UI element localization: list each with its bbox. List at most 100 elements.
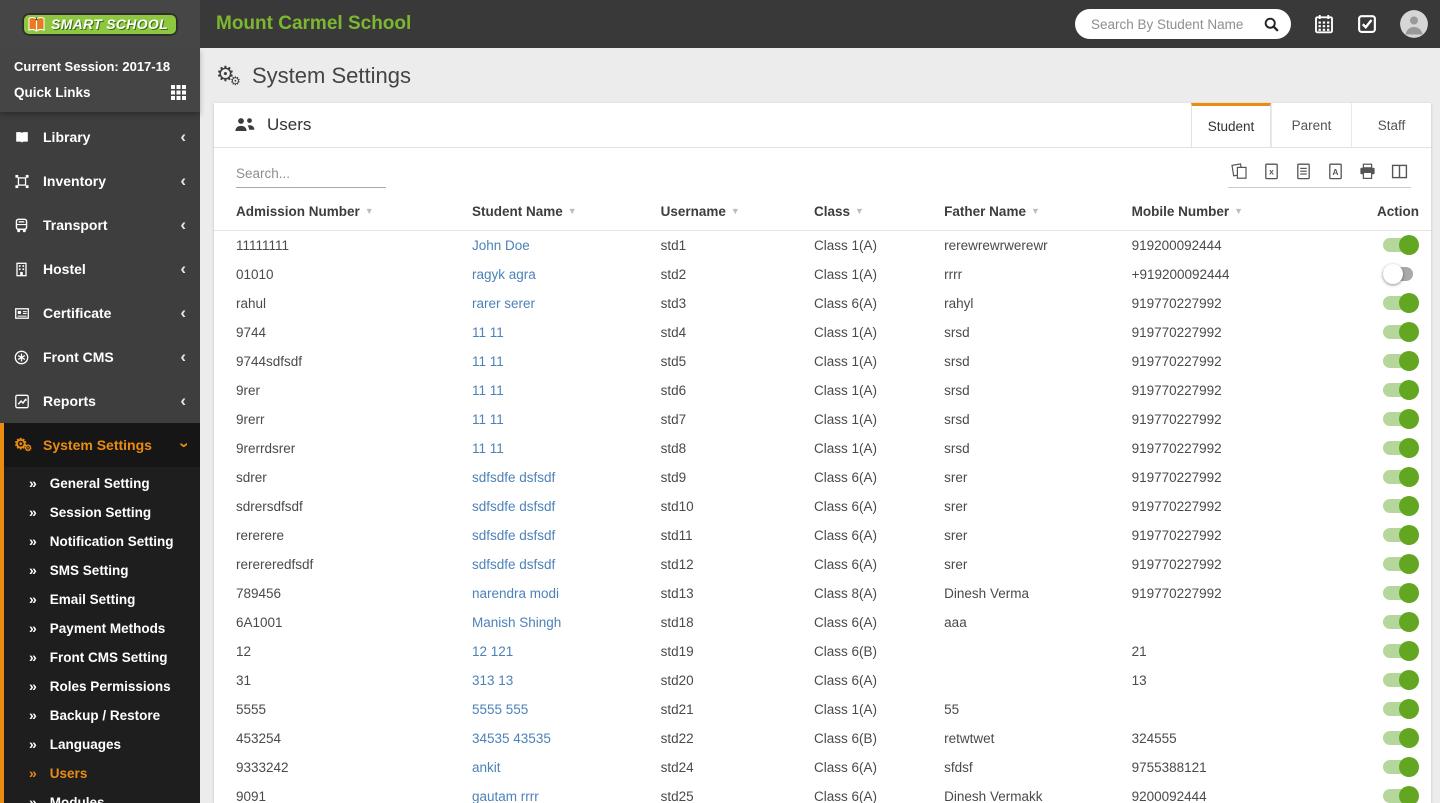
status-toggle[interactable] [1383,264,1419,284]
student-name-link[interactable]: sdfsdfe dsfsdf [472,528,555,543]
sidebar-item-system-settings[interactable]: ⚙ ⚙ System Settings ‹ [4,423,200,467]
student-name-link[interactable]: 313 13 [472,673,513,688]
calendar-icon[interactable] [1314,14,1334,34]
student-name-link[interactable]: 12 121 [472,644,513,659]
student-name-link[interactable]: ankit [472,760,501,775]
status-toggle[interactable] [1383,293,1419,313]
status-toggle[interactable] [1383,525,1419,545]
sidebar-subitem-notification-setting[interactable]: » Notification Setting [4,527,200,556]
student-name-link[interactable]: sdfsdfe dsfsdf [472,470,555,485]
sidebar-item-transport[interactable]: Transport ‹ [0,203,200,247]
student-name-link[interactable]: rarer serer [472,296,535,311]
status-toggle[interactable] [1383,699,1419,719]
sidebar-subitem-session-setting[interactable]: » Session Setting [4,498,200,527]
status-toggle[interactable] [1383,757,1419,777]
student-name-link[interactable]: ragyk agra [472,267,536,282]
student-name-link[interactable]: sdfsdfe dsfsdf [472,557,555,572]
status-toggle[interactable] [1383,409,1419,429]
sidebar-item-inventory[interactable]: Inventory ‹ [0,159,200,203]
status-toggle[interactable] [1383,670,1419,690]
sidebar-subitem-email-setting[interactable]: » Email Setting [4,585,200,614]
student-name-link[interactable]: 11 11 [472,325,504,340]
grid-icon[interactable] [171,85,186,100]
status-toggle[interactable] [1383,612,1419,632]
chevron-left-icon: ‹ [180,127,186,146]
status-toggle[interactable] [1383,322,1419,342]
column-header-father-name[interactable]: Father Name ▼ [944,194,1132,231]
student-name-link[interactable]: John Doe [472,238,530,253]
father-name-cell: srsd [944,353,970,369]
app-logo[interactable]: SMART SCHOOL [0,0,200,48]
status-toggle[interactable] [1383,467,1419,487]
gears-icon: ⚙ ⚙ [14,436,33,453]
column-header-class[interactable]: Class ▼ [813,194,945,231]
student-name-link[interactable]: 11 11 [472,354,504,369]
users-table: Admission Number ▼ Student Name ▼ Username ▼ C… [214,194,1431,803]
user-avatar[interactable] [1400,10,1428,38]
username-cell: std18 [660,614,694,630]
admission-number-cell: 9rerr [236,411,265,427]
sidebar-item-reports[interactable]: Reports ‹ [0,379,200,423]
column-header-mobile-number[interactable]: Mobile Number ▼ [1131,194,1322,231]
student-name-link[interactable]: Manish Shingh [472,615,561,630]
double-chevron-icon: » [29,649,37,665]
student-name-link[interactable]: 5555 555 [472,702,528,717]
class-cell: Class 6(A) [813,498,877,514]
sidebar-subitem-roles-permissions[interactable]: » Roles Permissions [4,672,200,701]
csv-icon[interactable] [1295,163,1312,180]
global-search-input[interactable] [1089,15,1263,33]
certificate-icon [14,305,32,321]
status-toggle[interactable] [1383,351,1419,371]
status-toggle[interactable] [1383,380,1419,400]
sidebar-subitem-general-setting[interactable]: » General Setting [4,469,200,498]
father-name-cell [944,637,1131,666]
sidebar-subitem-modules[interactable]: » Modules [4,788,200,803]
sidebar-subitem-users[interactable]: » Users [4,759,200,788]
column-header-student-name[interactable]: Student Name ▼ [472,194,661,231]
sidebar-item-front-cms[interactable]: Front CMS ‹ [0,335,200,379]
student-name-link[interactable]: 34535 43535 [472,731,551,746]
status-toggle[interactable] [1383,496,1419,516]
excel-icon[interactable]: x [1263,163,1280,180]
status-toggle[interactable] [1383,554,1419,574]
student-name-link[interactable]: sdfsdfe dsfsdf [472,499,555,514]
tasks-icon[interactable] [1357,14,1377,34]
student-name-link[interactable]: gautam rrrr [472,789,539,803]
sidebar-subitem-languages[interactable]: » Languages [4,730,200,759]
tab-staff[interactable]: Staff [1351,103,1431,147]
tab-student[interactable]: Student [1191,103,1271,147]
student-name-link[interactable]: 11 11 [472,441,504,456]
status-toggle[interactable] [1383,786,1419,803]
admission-number-cell: 789456 [236,585,282,601]
sidebar-subitem-backup-restore[interactable]: » Backup / Restore [4,701,200,730]
sidebar-item-hostel[interactable]: Hostel ‹ [0,247,200,291]
sidebar-item-certificate[interactable]: Certificate ‹ [0,291,200,335]
search-icon[interactable] [1263,16,1280,33]
sidebar-subitem-front-cms-setting[interactable]: » Front CMS Setting [4,643,200,672]
table-row: 01010 ragyk agra std2 Class 1(A) rrrr +919200… [214,260,1431,289]
status-toggle[interactable] [1383,641,1419,661]
student-name-link[interactable]: 11 11 [472,412,504,427]
table-search-input[interactable] [236,162,386,188]
table-row: 789456 narendra modi std13 Class 8(A) Dinesh… [214,579,1431,608]
sidebar-item-library[interactable]: Library ‹ [0,115,200,159]
print-icon[interactable] [1359,163,1376,180]
status-toggle[interactable] [1383,235,1419,256]
copy-icon[interactable] [1231,163,1248,180]
student-name-link[interactable]: 11 11 [472,383,504,398]
student-name-link[interactable]: narendra modi [472,586,559,601]
column-header-admission-number[interactable]: Admission Number ▼ [214,194,472,231]
quick-links-label: Quick Links [14,85,91,100]
columns-icon[interactable] [1391,163,1408,180]
column-header-username[interactable]: Username ▼ [660,194,814,231]
status-toggle[interactable] [1383,583,1419,603]
pdf-icon[interactable]: A [1327,163,1344,180]
username-cell: std6 [660,382,687,398]
status-toggle[interactable] [1383,728,1419,748]
tab-parent[interactable]: Parent [1271,103,1351,147]
status-toggle[interactable] [1383,438,1419,458]
sidebar-subitem-payment-methods[interactable]: » Payment Methods [4,614,200,643]
sidebar-subitem-sms-setting[interactable]: » SMS Setting [4,556,200,585]
quick-links[interactable]: Quick Links [14,85,186,100]
father-name-cell: rrrr [944,266,963,282]
